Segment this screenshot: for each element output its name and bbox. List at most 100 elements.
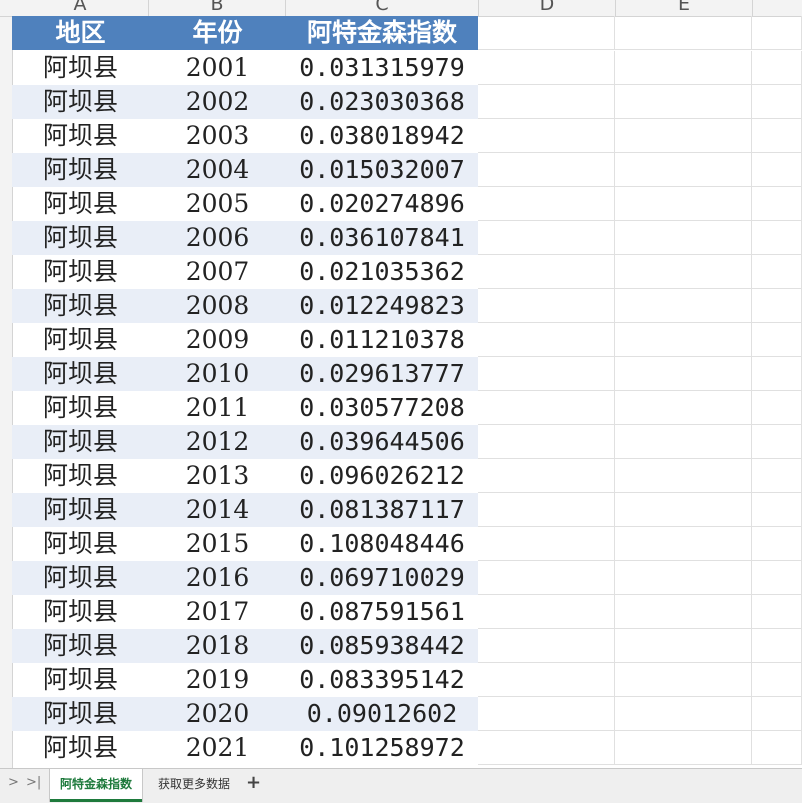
empty-cell[interactable]: [615, 595, 752, 629]
region-cell[interactable]: 阿坝县: [12, 323, 149, 357]
empty-cell[interactable]: [752, 16, 802, 50]
add-sheet-button[interactable]: +: [246, 772, 261, 793]
index-cell[interactable]: 0.087591561: [286, 595, 478, 629]
region-header[interactable]: 地区: [12, 16, 149, 50]
year-cell[interactable]: 2002: [149, 85, 286, 119]
region-cell[interactable]: 阿坝县: [12, 255, 149, 289]
region-cell[interactable]: 阿坝县: [12, 493, 149, 527]
region-cell[interactable]: 阿坝县: [12, 595, 149, 629]
index-cell[interactable]: 0.015032007: [286, 153, 478, 187]
empty-cell[interactable]: [615, 561, 752, 595]
prev-sheet-button[interactable]: >: [8, 775, 19, 790]
year-cell[interactable]: 2015: [149, 527, 286, 561]
empty-cell[interactable]: [752, 221, 802, 255]
region-cell[interactable]: 阿坝县: [12, 289, 149, 323]
empty-cell[interactable]: [615, 119, 752, 153]
year-cell[interactable]: 2009: [149, 323, 286, 357]
year-cell[interactable]: 2008: [149, 289, 286, 323]
column-header-c[interactable]: C: [286, 0, 479, 16]
region-cell[interactable]: 阿坝县: [12, 459, 149, 493]
empty-cell[interactable]: [478, 323, 615, 357]
region-cell[interactable]: 阿坝县: [12, 391, 149, 425]
empty-cell[interactable]: [752, 255, 802, 289]
region-cell[interactable]: 阿坝县: [12, 119, 149, 153]
sheet-tab-more-data[interactable]: 获取更多数据: [148, 769, 240, 799]
column-header-a[interactable]: A: [12, 0, 149, 16]
column-header-b[interactable]: B: [149, 0, 286, 16]
empty-cell[interactable]: [478, 187, 615, 221]
empty-cell[interactable]: [615, 527, 752, 561]
empty-cell[interactable]: [752, 357, 802, 391]
year-cell[interactable]: 2017: [149, 595, 286, 629]
empty-cell[interactable]: [752, 153, 802, 187]
empty-cell[interactable]: [752, 323, 802, 357]
region-cell[interactable]: 阿坝县: [12, 187, 149, 221]
region-cell[interactable]: 阿坝县: [12, 85, 149, 119]
year-cell[interactable]: 2003: [149, 119, 286, 153]
year-cell[interactable]: 2006: [149, 221, 286, 255]
index-cell[interactable]: 0.030577208: [286, 391, 478, 425]
empty-cell[interactable]: [615, 85, 752, 119]
index-cell[interactable]: 0.023030368: [286, 85, 478, 119]
sheet-tab-atkinson[interactable]: 阿特金森指数: [50, 769, 143, 802]
empty-cell[interactable]: [752, 697, 802, 731]
empty-cell[interactable]: [478, 85, 615, 119]
empty-cell[interactable]: [752, 119, 802, 153]
year-cell[interactable]: 2016: [149, 561, 286, 595]
region-cell[interactable]: 阿坝县: [12, 629, 149, 663]
empty-cell[interactable]: [478, 16, 615, 50]
region-cell[interactable]: 阿坝县: [12, 425, 149, 459]
empty-cell[interactable]: [478, 255, 615, 289]
year-cell[interactable]: 2020: [149, 697, 286, 731]
empty-cell[interactable]: [752, 85, 802, 119]
year-cell[interactable]: 2001: [149, 51, 286, 85]
empty-cell[interactable]: [615, 391, 752, 425]
year-cell[interactable]: 2019: [149, 663, 286, 697]
empty-cell[interactable]: [615, 187, 752, 221]
last-sheet-button[interactable]: >|: [26, 775, 41, 790]
year-cell[interactable]: 2010: [149, 357, 286, 391]
index-cell[interactable]: 0.069710029: [286, 561, 478, 595]
year-cell[interactable]: 2004: [149, 153, 286, 187]
index-cell[interactable]: 0.09012602: [286, 697, 478, 731]
index-cell[interactable]: 0.038018942: [286, 119, 478, 153]
empty-cell[interactable]: [478, 391, 615, 425]
empty-cell[interactable]: [752, 493, 802, 527]
empty-cell[interactable]: [752, 527, 802, 561]
empty-cell[interactable]: [615, 51, 752, 85]
spreadsheet-grid[interactable]: A B C D E 地区 年份 阿特金森指数 阿坝县 2001 0.031315979 阿坝…: [0, 0, 802, 768]
empty-cell[interactable]: [615, 357, 752, 391]
empty-cell[interactable]: [478, 51, 615, 85]
empty-cell[interactable]: [615, 697, 752, 731]
empty-cell[interactable]: [478, 731, 615, 765]
region-cell[interactable]: 阿坝县: [12, 663, 149, 697]
region-cell[interactable]: 阿坝县: [12, 153, 149, 187]
index-cell[interactable]: 0.029613777: [286, 357, 478, 391]
empty-cell[interactable]: [615, 493, 752, 527]
empty-cell[interactable]: [478, 595, 615, 629]
index-cell[interactable]: 0.012249823: [286, 289, 478, 323]
empty-cell[interactable]: [752, 459, 802, 493]
index-cell[interactable]: 0.039644506: [286, 425, 478, 459]
empty-cell[interactable]: [478, 221, 615, 255]
year-cell[interactable]: 2011: [149, 391, 286, 425]
empty-cell[interactable]: [752, 731, 802, 765]
empty-cell[interactable]: [752, 187, 802, 221]
empty-cell[interactable]: [615, 255, 752, 289]
empty-cell[interactable]: [752, 51, 802, 85]
index-cell[interactable]: 0.101258972: [286, 731, 478, 765]
region-cell[interactable]: 阿坝县: [12, 561, 149, 595]
empty-cell[interactable]: [478, 629, 615, 663]
region-cell[interactable]: 阿坝县: [12, 357, 149, 391]
empty-cell[interactable]: [752, 391, 802, 425]
empty-cell[interactable]: [615, 731, 752, 765]
index-cell[interactable]: 0.011210378: [286, 323, 478, 357]
empty-cell[interactable]: [478, 153, 615, 187]
index-cell[interactable]: 0.036107841: [286, 221, 478, 255]
empty-cell[interactable]: [752, 561, 802, 595]
index-cell[interactable]: 0.083395142: [286, 663, 478, 697]
empty-cell[interactable]: [615, 323, 752, 357]
region-cell[interactable]: 阿坝县: [12, 731, 149, 765]
empty-cell[interactable]: [752, 629, 802, 663]
empty-cell[interactable]: [478, 493, 615, 527]
